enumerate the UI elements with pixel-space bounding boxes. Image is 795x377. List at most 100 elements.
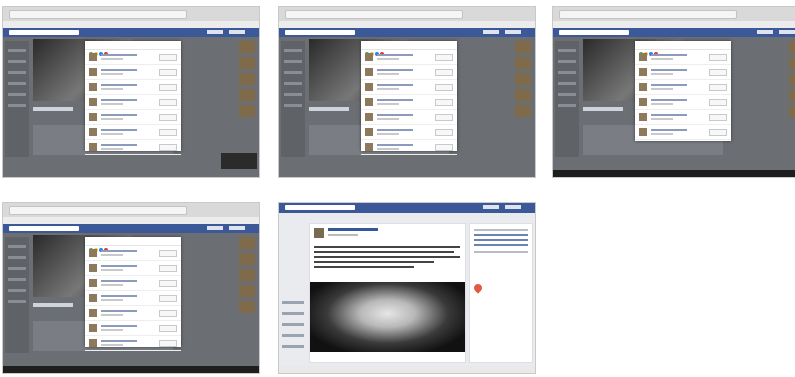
facebook-search-input[interactable] — [285, 205, 355, 210]
dialog-dots — [361, 41, 457, 56]
invite-button[interactable] — [159, 340, 177, 347]
avatar — [365, 53, 373, 61]
invite-button[interactable] — [159, 310, 177, 317]
invite-button[interactable] — [159, 325, 177, 332]
avatar — [89, 264, 97, 272]
avatar — [639, 98, 647, 106]
sidebar-link[interactable] — [474, 234, 528, 236]
dialog-dots — [85, 41, 181, 56]
invite-friends-dialog — [361, 41, 457, 155]
invite-button[interactable] — [159, 144, 177, 151]
screenshot-thumbnail-2[interactable] — [278, 6, 536, 178]
facebook-search-input[interactable] — [9, 226, 79, 231]
invite-button[interactable] — [159, 84, 177, 91]
invite-button[interactable] — [159, 129, 177, 136]
left-column — [5, 41, 29, 157]
invite-button[interactable] — [159, 265, 177, 272]
invite-button[interactable] — [435, 54, 453, 61]
invite-button[interactable] — [159, 54, 177, 61]
home-link[interactable] — [779, 30, 795, 34]
profile-name — [309, 107, 349, 111]
profile-name — [583, 107, 623, 111]
invite-button[interactable] — [435, 129, 453, 136]
list-item — [635, 80, 731, 95]
address-bar[interactable] — [285, 10, 463, 19]
facebook-search-input[interactable] — [559, 30, 629, 35]
profile-link[interactable] — [483, 30, 499, 34]
invite-button[interactable] — [159, 114, 177, 121]
home-link[interactable] — [229, 226, 245, 230]
invite-button[interactable] — [435, 99, 453, 106]
avatar — [639, 113, 647, 121]
profile-link[interactable] — [207, 30, 223, 34]
profile-link[interactable] — [483, 205, 499, 209]
avatar — [314, 228, 324, 238]
avatar — [89, 143, 97, 151]
screenshot-thumbnail-1[interactable] — [2, 6, 260, 178]
location-pin-icon — [472, 282, 484, 294]
invite-button[interactable] — [709, 84, 727, 91]
profile-link[interactable] — [757, 30, 773, 34]
list-item — [361, 80, 457, 95]
profile-name — [33, 107, 73, 111]
facebook-search-input[interactable] — [285, 30, 355, 35]
bookmarks-bar — [553, 21, 795, 34]
browser-chrome — [3, 7, 259, 22]
invite-button[interactable] — [159, 99, 177, 106]
sidebar-link[interactable] — [474, 244, 528, 246]
post-text-line — [314, 246, 460, 248]
list-item — [85, 65, 181, 80]
list-item — [85, 125, 181, 140]
home-link[interactable] — [505, 205, 521, 209]
post-text-line — [314, 251, 454, 253]
invite-button[interactable] — [435, 114, 453, 121]
invite-button[interactable] — [435, 84, 453, 91]
taskbar — [3, 366, 259, 373]
bookmarks-bar — [3, 217, 259, 230]
list-item — [361, 140, 457, 155]
invite-button[interactable] — [159, 295, 177, 302]
post-date — [328, 234, 358, 236]
list-item — [361, 65, 457, 80]
avatar — [89, 324, 97, 332]
notification-toast[interactable] — [221, 153, 257, 169]
avatar — [89, 128, 97, 136]
home-link[interactable] — [229, 30, 245, 34]
list-item — [85, 95, 181, 110]
invite-button[interactable] — [159, 69, 177, 76]
home-link[interactable] — [505, 30, 521, 34]
post-text-line — [314, 266, 414, 268]
screenshot-thumbnail-4[interactable] — [2, 202, 260, 374]
left-column — [279, 293, 307, 353]
invite-button[interactable] — [435, 69, 453, 76]
list-item — [361, 50, 457, 65]
screenshot-thumbnail-5[interactable] — [278, 202, 536, 374]
invite-button[interactable] — [709, 54, 727, 61]
browser-chrome — [553, 7, 795, 22]
avatar — [365, 113, 373, 121]
profile-link[interactable] — [207, 226, 223, 230]
invite-button[interactable] — [709, 69, 727, 76]
post-author-link[interactable] — [328, 228, 378, 231]
invite-button[interactable] — [435, 144, 453, 151]
invite-button[interactable] — [709, 99, 727, 106]
left-column — [281, 41, 305, 157]
invite-button[interactable] — [159, 250, 177, 257]
address-bar[interactable] — [9, 206, 187, 215]
invite-button[interactable] — [159, 280, 177, 287]
portrait-photo[interactable] — [310, 282, 465, 352]
facebook-search-input[interactable] — [9, 30, 79, 35]
bookmarks-bar — [3, 21, 259, 34]
list-item — [85, 291, 181, 306]
list-item — [361, 110, 457, 125]
avatar — [639, 83, 647, 91]
list-item — [85, 306, 181, 321]
address-bar[interactable] — [9, 10, 187, 19]
invite-button[interactable] — [709, 129, 727, 136]
screenshot-thumbnail-3[interactable] — [552, 6, 795, 178]
sidebar-link[interactable] — [474, 239, 528, 241]
address-bar[interactable] — [559, 10, 737, 19]
invite-friends-dialog — [85, 41, 181, 155]
dialog-dots — [85, 237, 181, 252]
invite-button[interactable] — [709, 114, 727, 121]
